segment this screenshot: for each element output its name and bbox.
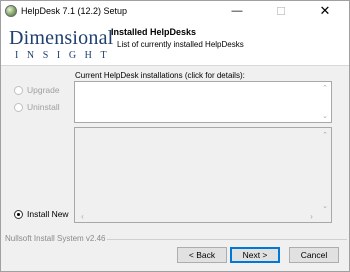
details-horizontal-scrollbar[interactable]: ‹ › xyxy=(75,211,331,222)
close-button[interactable]: ✕ xyxy=(303,1,347,21)
logo-subword: INSIGHT xyxy=(15,50,116,61)
scroll-down-icon[interactable]: ⌄ xyxy=(319,202,331,210)
details-vertical-scrollbar[interactable]: ⌃ ⌄ xyxy=(319,128,331,212)
window-title: HelpDesk 7.1 (12.2) Setup xyxy=(21,6,128,16)
page-title: Installed HelpDesks xyxy=(111,27,197,37)
install-new-label: Install New xyxy=(27,209,69,219)
cancel-button[interactable]: Cancel xyxy=(289,247,339,263)
header-panel: Dimensional INSIGHT Installed HelpDesks … xyxy=(1,21,349,66)
footer-divider xyxy=(107,239,347,240)
scroll-left-icon[interactable]: ‹ xyxy=(77,211,88,222)
installations-listbox[interactable]: ⌃ ⌄ xyxy=(74,81,332,123)
title-bar: HelpDesk 7.1 (12.2) Setup — ☐ ✕ xyxy=(1,1,349,21)
upgrade-label: Upgrade xyxy=(27,85,60,95)
page-subtitle: List of currently installed HelpDesks xyxy=(117,40,244,49)
next-button[interactable]: Next > xyxy=(230,247,280,263)
listbox-vertical-scrollbar[interactable]: ⌃ ⌄ xyxy=(319,82,331,122)
logo-wordmark: Dimensional xyxy=(9,27,114,49)
upgrade-radio[interactable] xyxy=(14,85,23,95)
scroll-right-icon[interactable]: › xyxy=(306,211,317,222)
installations-list-label: Current HelpDesk installations (click fo… xyxy=(75,71,245,80)
scroll-up-icon[interactable]: ⌃ xyxy=(319,131,331,139)
upgrade-option[interactable]: Upgrade xyxy=(14,85,60,95)
back-button[interactable]: < Back xyxy=(177,247,227,263)
installer-branding: Nullsoft Install System v2.46 xyxy=(5,234,106,243)
app-icon xyxy=(5,5,17,17)
uninstall-option[interactable]: Uninstall xyxy=(14,102,60,112)
scroll-up-icon[interactable]: ⌃ xyxy=(319,84,331,92)
scroll-down-icon[interactable]: ⌄ xyxy=(319,112,331,120)
uninstall-radio[interactable] xyxy=(14,102,23,112)
installer-window: HelpDesk 7.1 (12.2) Setup — ☐ ✕ Dimensio… xyxy=(0,0,350,272)
maximize-button[interactable]: ☐ xyxy=(259,1,303,21)
details-textbox[interactable]: ⌃ ⌄ ‹ › xyxy=(74,127,332,223)
minimize-button[interactable]: — xyxy=(215,1,259,21)
install-new-option[interactable]: Install New xyxy=(14,209,69,219)
install-new-radio[interactable] xyxy=(14,209,23,219)
uninstall-label: Uninstall xyxy=(27,102,60,112)
